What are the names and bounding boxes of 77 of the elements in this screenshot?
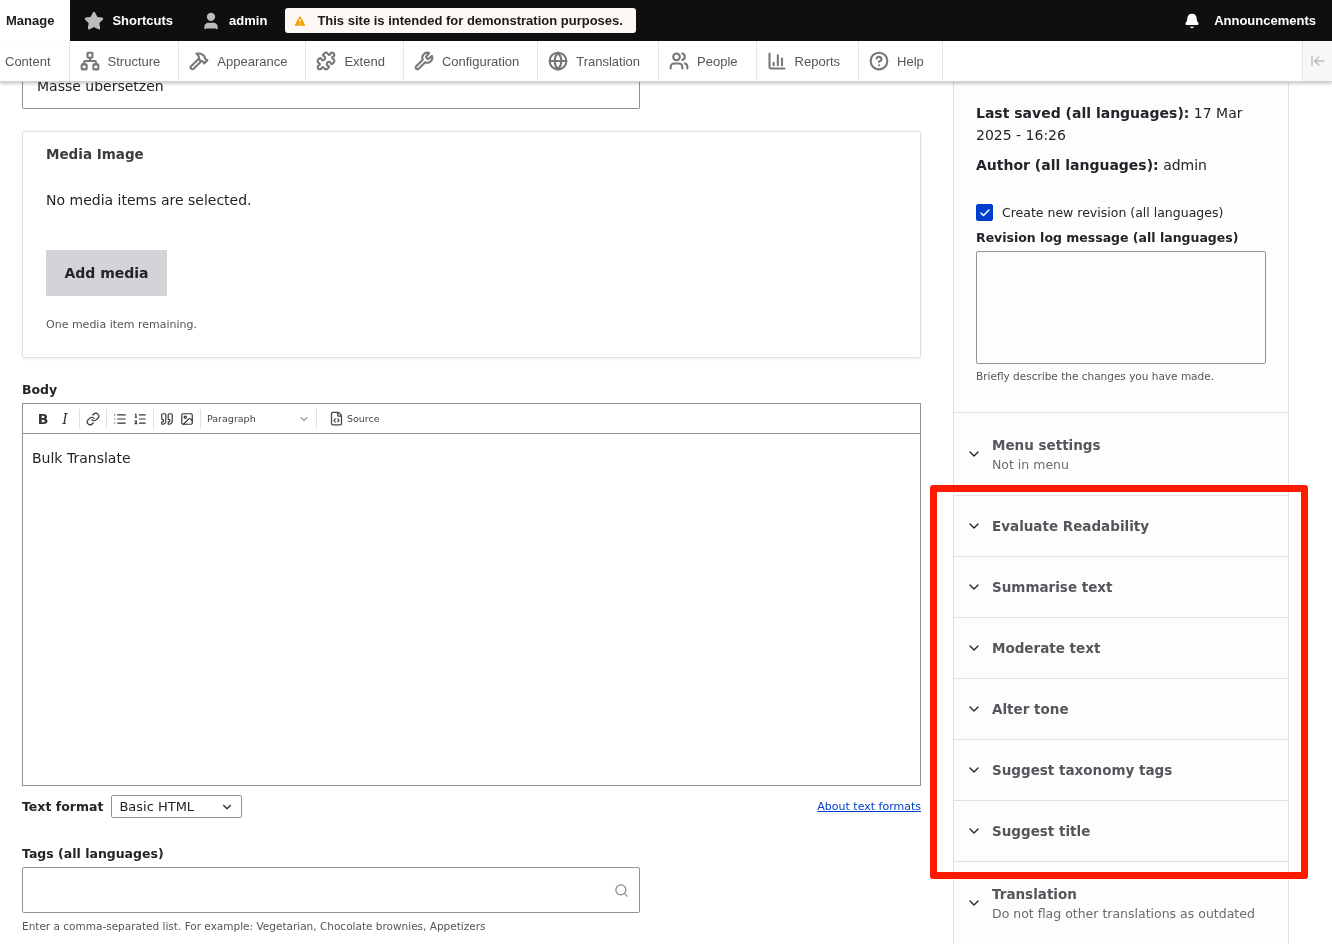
notice-text: This site is intended for demonstration purposes. bbox=[317, 13, 623, 28]
bullet-list-icon[interactable] bbox=[113, 411, 127, 426]
hammer-icon bbox=[189, 51, 210, 71]
sidebar-section[interactable]: Evaluate Readability bbox=[954, 495, 1288, 556]
toolbar-tab[interactable]: Shortcuts bbox=[70, 0, 188, 41]
section-title: Moderate text bbox=[992, 640, 1101, 656]
collapse-icon bbox=[1309, 53, 1326, 69]
field-label: Body bbox=[22, 382, 59, 397]
source-button[interactable]: Source bbox=[329, 411, 380, 426]
section-title: Translation bbox=[992, 885, 1078, 902]
search-icon bbox=[614, 882, 629, 898]
remaining-text: One media item remaining. bbox=[46, 318, 199, 331]
sidebar-section[interactable]: Suggest title bbox=[954, 800, 1288, 861]
toolbar-tab[interactable]: admin bbox=[187, 0, 282, 41]
bold-button[interactable]: B bbox=[35, 410, 51, 427]
help-text: Enter a comma-separated list. For example: Vegetarian, Chocolate brownies, Appetizers bbox=[22, 920, 487, 932]
sidebar-section[interactable]: Translation Do not flag other translations as outdated bbox=[954, 861, 1288, 944]
link-icon[interactable] bbox=[86, 411, 100, 426]
empty-message: No media items are selected. bbox=[46, 192, 253, 208]
section-summary: Do not flag other translations as outdated bbox=[992, 905, 1255, 921]
field-label: Text format bbox=[22, 799, 104, 814]
checkbox-label: Create new revision (all languages) bbox=[1002, 205, 1224, 220]
check-icon bbox=[978, 206, 991, 219]
help-icon bbox=[869, 51, 890, 71]
tags-field[interactable] bbox=[22, 867, 640, 913]
menu-item[interactable]: Translation bbox=[538, 41, 660, 81]
italic-button[interactable]: I bbox=[57, 410, 73, 427]
menu-item[interactable]: Reports bbox=[756, 41, 860, 81]
checkbox[interactable] bbox=[976, 204, 993, 221]
puzzle-icon bbox=[316, 51, 337, 71]
sidebar-section[interactable]: Moderate text bbox=[954, 617, 1288, 678]
section-summary: Not in menu bbox=[992, 456, 1070, 472]
section-title: Evaluate Readability bbox=[992, 518, 1150, 534]
menu-item[interactable]: Help bbox=[859, 41, 943, 81]
editor-text: Bulk Translate bbox=[31, 449, 132, 468]
numbered-list-icon[interactable] bbox=[133, 411, 147, 426]
announcements-button[interactable]: Announcements bbox=[1184, 0, 1332, 41]
field-label: Tags (all languages) bbox=[22, 846, 165, 861]
card-title: Media Image bbox=[46, 146, 145, 162]
section-title: Summarise text bbox=[992, 579, 1113, 595]
about-formats-link[interactable]: About text formats bbox=[817, 800, 921, 813]
body-editor[interactable]: B I Paragraph Source Bulk Translate bbox=[22, 403, 921, 786]
menu-item[interactable]: Extend bbox=[306, 41, 404, 81]
image-icon[interactable] bbox=[180, 411, 194, 426]
sidebar-section[interactable]: Suggest taxonomy tags bbox=[954, 739, 1288, 800]
meta-text: Author (all languages): admin bbox=[976, 156, 1208, 175]
title-field[interactable]: Masse übersetzen bbox=[22, 82, 640, 109]
hierarchy-icon bbox=[79, 51, 100, 71]
people-icon bbox=[669, 51, 690, 71]
section-title: Suggest taxonomy tags bbox=[992, 762, 1173, 778]
bell-icon bbox=[1184, 12, 1201, 29]
source-icon bbox=[329, 411, 344, 426]
format-select[interactable]: Basic HTML bbox=[111, 795, 243, 818]
heading-select[interactable]: Paragraph bbox=[207, 408, 317, 429]
menu-item[interactable]: Configuration bbox=[403, 41, 539, 81]
section-title: Menu settings bbox=[992, 436, 1101, 453]
warning-icon bbox=[293, 13, 308, 28]
sidebar-section[interactable]: Alter tone bbox=[954, 678, 1288, 739]
menu-item[interactable]: Appearance bbox=[179, 41, 307, 81]
bar-chart-icon bbox=[766, 51, 787, 71]
star-icon bbox=[84, 10, 105, 31]
sidebar-section[interactable]: Menu settings Not in menu bbox=[954, 412, 1288, 495]
section-title: Suggest title bbox=[992, 823, 1091, 839]
quote-icon[interactable] bbox=[160, 411, 174, 426]
meta-text: Last saved (all languages): 17 Mar 2025 - 16:26 bbox=[976, 104, 1244, 145]
sidebar-section[interactable]: Summarise text bbox=[954, 556, 1288, 617]
field-label: Revision log message (all languages) bbox=[976, 230, 1240, 245]
wrench-icon bbox=[413, 51, 434, 71]
menu-item[interactable]: People bbox=[659, 41, 757, 81]
help-text: Briefly describe the changes you have made. bbox=[976, 370, 1215, 382]
add-media-button[interactable]: Add media bbox=[46, 250, 167, 296]
section-title: Alter tone bbox=[992, 701, 1069, 717]
menu-item[interactable]: Structure bbox=[69, 41, 180, 81]
toolbar-tab[interactable]: Manage bbox=[0, 0, 71, 41]
menu-item[interactable]: Content bbox=[0, 41, 70, 81]
globe-icon bbox=[548, 51, 569, 71]
log-message-field[interactable] bbox=[976, 251, 1266, 364]
